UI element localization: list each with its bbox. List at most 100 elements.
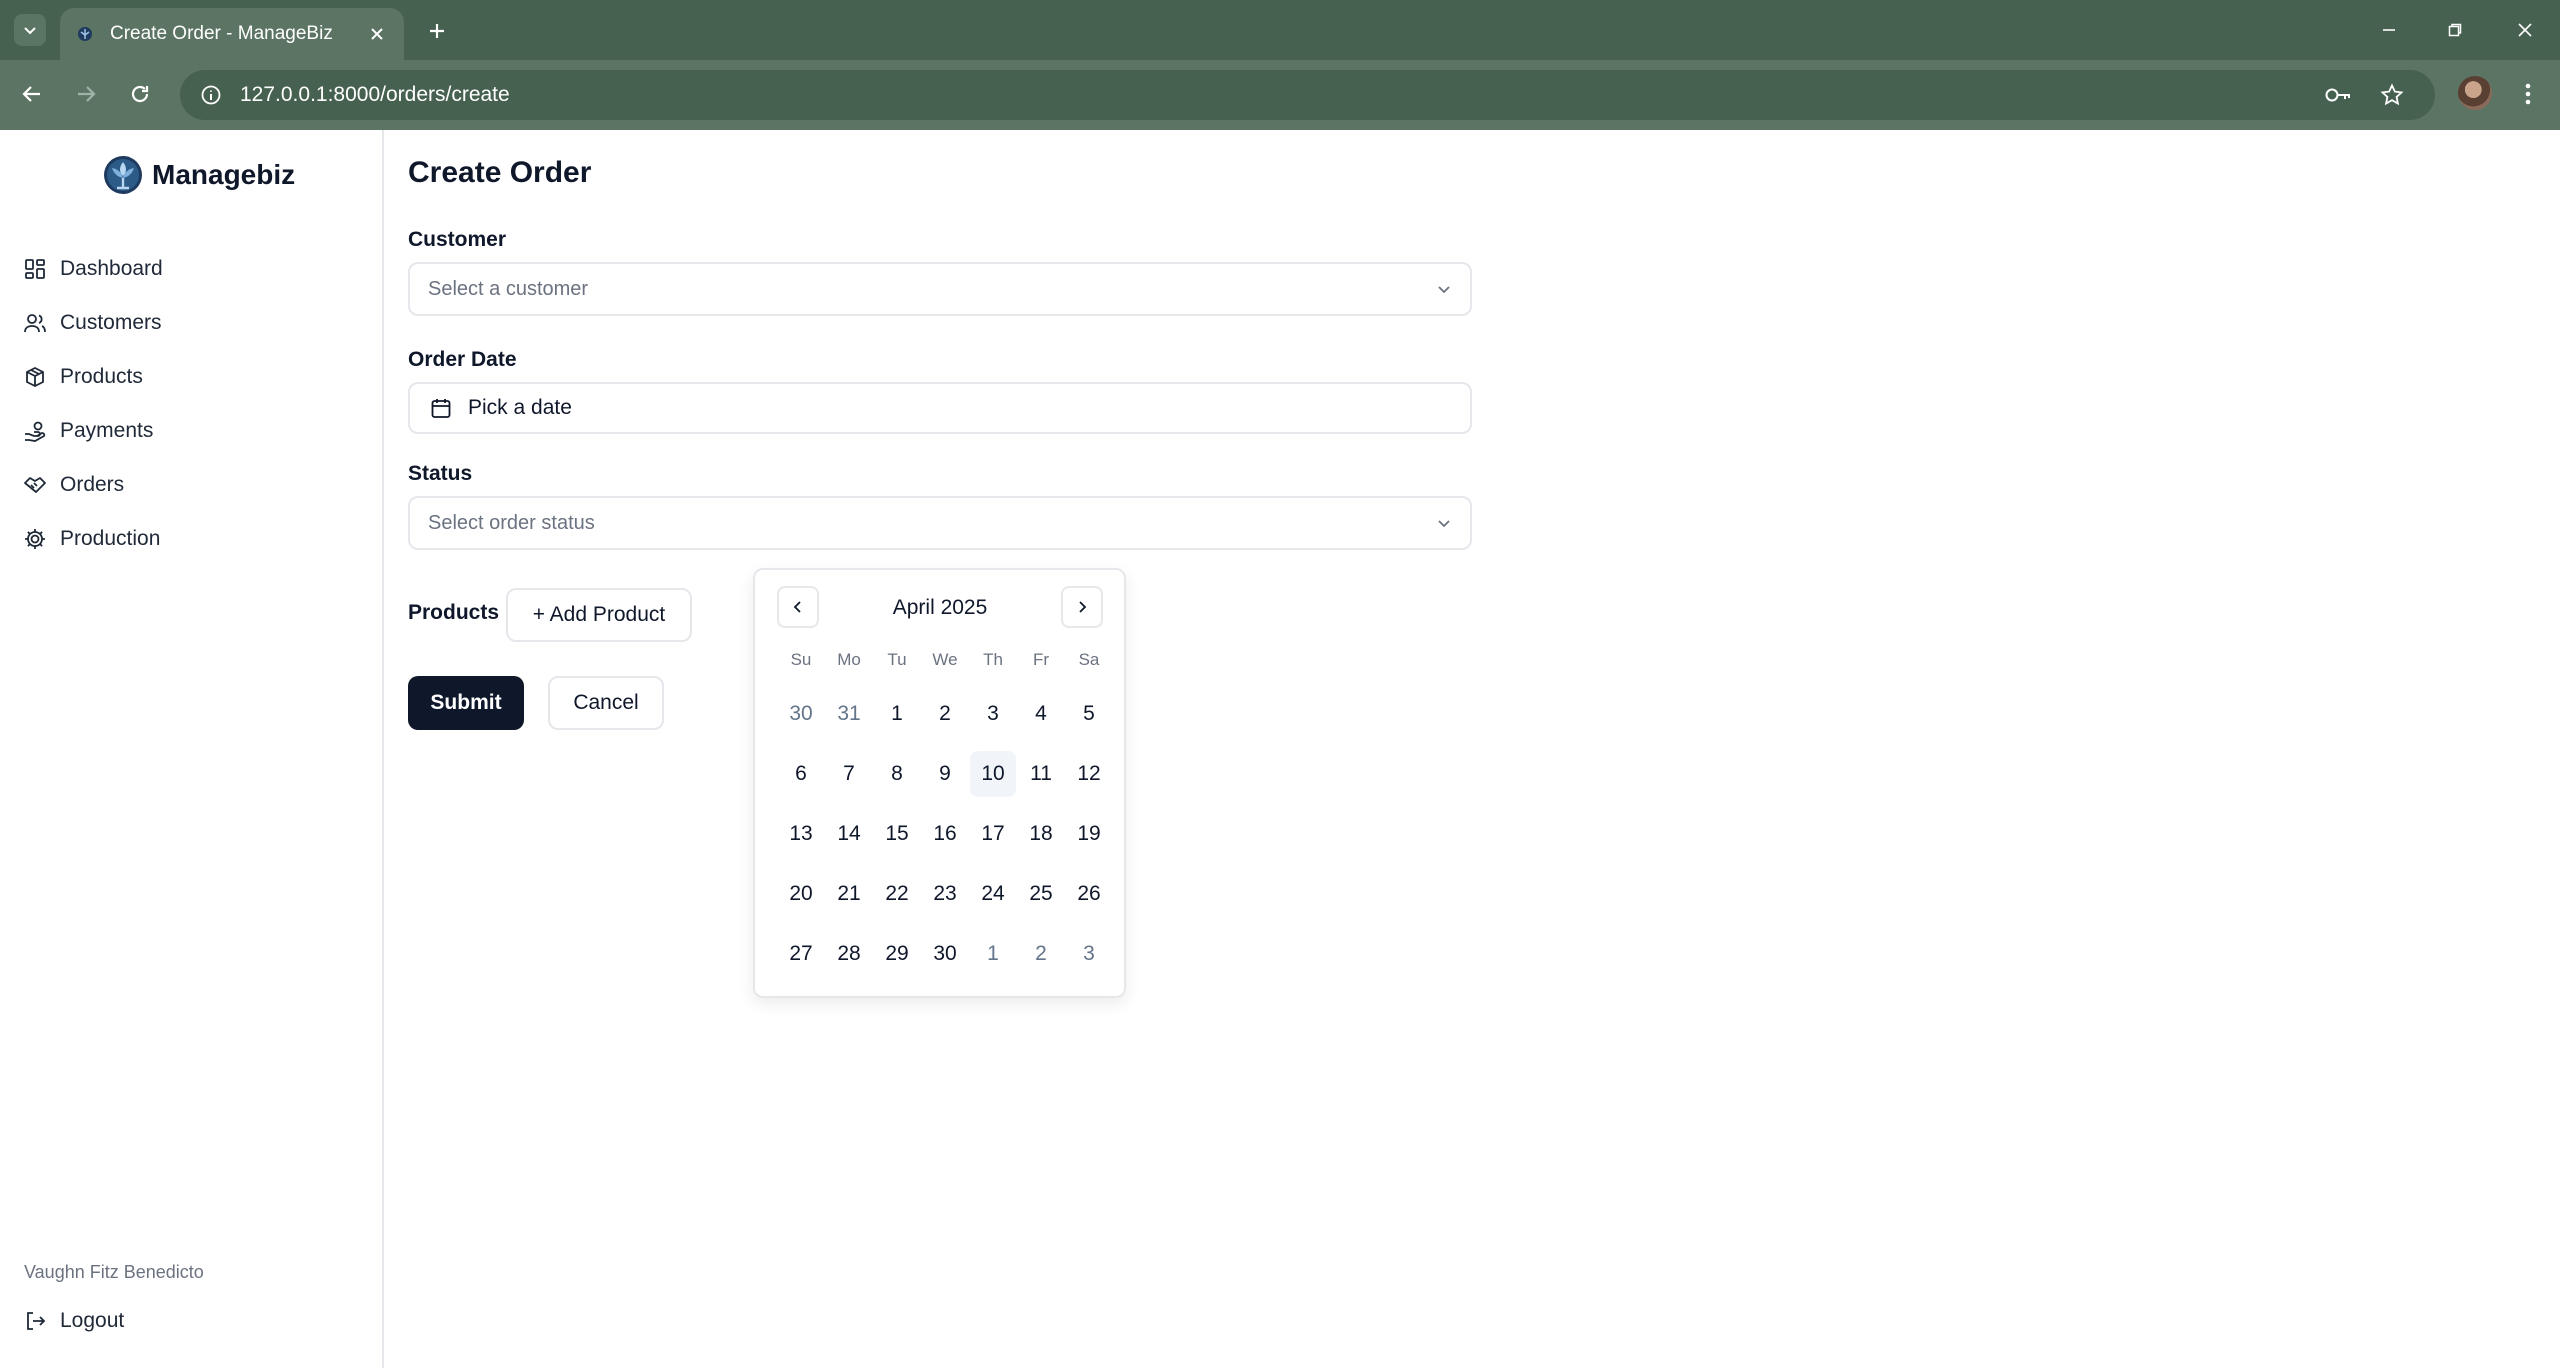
package-icon: [22, 364, 48, 390]
calendar-day-outside[interactable]: 2: [1017, 924, 1065, 984]
calendar-day[interactable]: 21: [825, 864, 873, 924]
calendar-day[interactable]: 8: [873, 744, 921, 804]
calendar-day-number: 25: [1029, 882, 1053, 905]
calendar-weekday: Th: [983, 650, 1003, 669]
status-select-placeholder: Select order status: [428, 511, 595, 534]
calendar-day[interactable]: 6: [777, 744, 825, 804]
calendar-day-number: 6: [795, 762, 807, 785]
password-key-icon[interactable]: [2316, 70, 2360, 120]
sidebar-item-production[interactable]: Production: [22, 512, 163, 566]
calendar-day[interactable]: 19: [1065, 804, 1113, 864]
calendar-day[interactable]: 7: [825, 744, 873, 804]
close-window-button[interactable]: [2502, 10, 2548, 50]
minimize-icon: [2383, 29, 2395, 31]
calendar-day[interactable]: 26: [1065, 864, 1113, 924]
submit-button[interactable]: Submit: [408, 676, 524, 730]
bookmark-star-icon[interactable]: [2370, 70, 2414, 120]
site-info-icon[interactable]: [186, 70, 236, 120]
sidebar-item-payments[interactable]: Payments: [22, 404, 163, 458]
sidebar-item-label: Production: [60, 527, 161, 550]
status-select[interactable]: Select order status: [408, 496, 1472, 550]
calendar-day[interactable]: 30: [921, 924, 969, 984]
calendar-day[interactable]: 23: [921, 864, 969, 924]
next-month-button[interactable]: [1061, 586, 1103, 628]
calendar-day-number: 27: [789, 942, 813, 965]
page-title: Create Order: [408, 156, 592, 189]
customer-select[interactable]: Select a customer: [408, 262, 1472, 316]
calendar-day[interactable]: 12: [1065, 744, 1113, 804]
calendar-day-number: 22: [885, 882, 909, 905]
calendar-day[interactable]: 24: [969, 864, 1017, 924]
reload-button[interactable]: [120, 74, 160, 114]
calendar-day[interactable]: 3: [969, 684, 1017, 744]
calendar-day-outside[interactable]: 30: [777, 684, 825, 744]
tab-search-button[interactable]: [14, 14, 46, 46]
back-button[interactable]: [12, 74, 52, 114]
calendar-day-outside[interactable]: 3: [1065, 924, 1113, 984]
url-text: 127.0.0.1:8000/orders/create: [240, 83, 510, 106]
sidebar-item-label: Products: [60, 365, 143, 388]
calendar-day[interactable]: 14: [825, 804, 873, 864]
calendar-day-number: 29: [885, 942, 909, 965]
sidebar-item-orders[interactable]: Orders: [22, 458, 163, 512]
calendar-day[interactable]: 1: [873, 684, 921, 744]
calendar-day[interactable]: 17: [969, 804, 1017, 864]
calendar-icon: [431, 399, 451, 418]
close-tab-icon[interactable]: [364, 21, 390, 47]
order-date-picker-button[interactable]: Pick a date: [408, 382, 1472, 434]
forward-button[interactable]: [66, 74, 106, 114]
calendar-day[interactable]: 18: [1017, 804, 1065, 864]
new-tab-button[interactable]: [420, 14, 454, 48]
brand[interactable]: Managebiz: [102, 154, 295, 196]
logout-button[interactable]: Logout: [22, 1308, 124, 1334]
minimize-window-button[interactable]: [2366, 10, 2412, 50]
sidebar-nav: Dashboard Customers Products Payments Or…: [22, 242, 163, 566]
calendar-day[interactable]: 4: [1017, 684, 1065, 744]
calendar-day-number: 19: [1077, 822, 1101, 845]
calendar-day-number: 21: [837, 882, 861, 905]
browser-tab-strip: Create Order - ManageBiz: [0, 0, 2560, 60]
calendar-weekday-header: Su Mo Tu We Th Fr Sa: [777, 650, 1113, 670]
calendar-day-number: 10: [970, 751, 1016, 797]
handshake-icon: [22, 472, 48, 498]
logout-label: Logout: [60, 1309, 125, 1332]
calendar-day-number: 31: [837, 702, 861, 725]
calendar-day-outside[interactable]: 1: [969, 924, 1017, 984]
calendar-day[interactable]: 27: [777, 924, 825, 984]
profile-avatar[interactable]: [2458, 76, 2492, 110]
address-bar[interactable]: 127.0.0.1:8000/orders/create: [180, 70, 2435, 120]
browser-toolbar: 127.0.0.1:8000/orders/create: [0, 60, 2560, 130]
calendar-day[interactable]: 9: [921, 744, 969, 804]
calendar-weekday: Su: [790, 650, 812, 669]
sidebar-item-products[interactable]: Products: [22, 350, 163, 404]
calendar-day-number: 18: [1029, 822, 1053, 845]
sidebar-item-customers[interactable]: Customers: [22, 296, 163, 350]
calendar-day[interactable]: 20: [777, 864, 825, 924]
customer-label: Customer: [408, 228, 507, 251]
restore-window-button[interactable]: [2432, 10, 2478, 50]
calendar-day-number: 13: [789, 822, 813, 845]
calendar-day[interactable]: 11: [1017, 744, 1065, 804]
calendar-weekday: Sa: [1078, 650, 1100, 669]
sidebar-item-dashboard[interactable]: Dashboard: [22, 242, 163, 296]
calendar-day[interactable]: 15: [873, 804, 921, 864]
calendar-day-number: 14: [837, 822, 861, 845]
chevron-down-icon: [1438, 286, 1450, 294]
calendar-day[interactable]: 2: [921, 684, 969, 744]
calendar-day[interactable]: 16: [921, 804, 969, 864]
cancel-button[interactable]: Cancel: [548, 676, 664, 730]
calendar-day[interactable]: 28: [825, 924, 873, 984]
calendar-day[interactable]: 22: [873, 864, 921, 924]
calendar-day[interactable]: 13: [777, 804, 825, 864]
calendar-day[interactable]: 29: [873, 924, 921, 984]
calendar-day-today[interactable]: 10: [969, 744, 1017, 804]
add-product-button[interactable]: + Add Product: [506, 588, 692, 642]
calendar-day[interactable]: 25: [1017, 864, 1065, 924]
calendar-day-outside[interactable]: 31: [825, 684, 873, 744]
browser-menu-button[interactable]: [2510, 74, 2546, 114]
calendar-day[interactable]: 5: [1065, 684, 1113, 744]
calendar-day-number: 4: [1035, 702, 1047, 725]
browser-tab[interactable]: Create Order - ManageBiz: [60, 8, 404, 60]
cog-icon: [22, 526, 48, 552]
calendar-day-number: 17: [981, 822, 1005, 845]
